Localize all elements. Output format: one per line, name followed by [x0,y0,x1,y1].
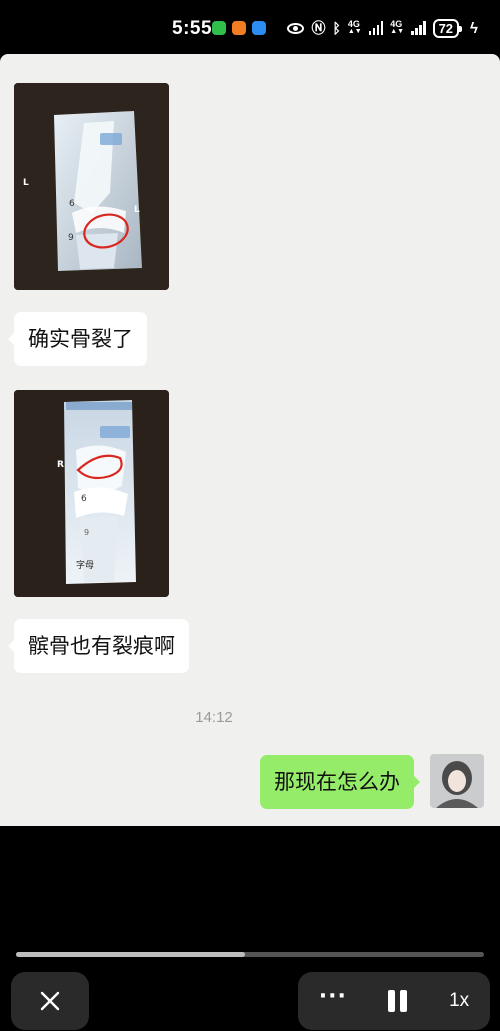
playback-speed-button[interactable]: 1x [449,990,469,1012]
network-indicator-2: 4G ▲▼ [390,19,405,36]
eye-comfort-icon [287,22,305,34]
xray-label: 字母 [76,561,95,571]
pause-button[interactable] [388,990,408,1012]
knee-xray-lateral-image[interactable]: L 6 9 L [14,83,169,290]
xray-label: 9 [84,528,90,537]
video-progress-fill [16,952,246,957]
battery-indicator: 72 [432,18,463,38]
message-bubble-incoming[interactable]: 确实骨裂了 [8,312,147,366]
chat-view[interactable]: L 6 9 L 确实骨裂了 R 6 9 字母 髌骨也有裂痕啊 14:12 那现在… [0,54,500,826]
xray-label: L [134,205,140,215]
knee-xray-frontal-image[interactable]: R 6 9 字母 [14,390,169,597]
player-controls: ··· 1x [298,972,490,1030]
video-progress-bar[interactable] [16,952,484,957]
bluetooth-icon: ᛒ [332,20,341,36]
more-options-button[interactable]: ··· [319,986,347,1010]
xray-label: 6 [81,494,87,504]
charging-icon: ϟ [470,19,478,37]
camera-app-icon [232,21,246,35]
signal-bars-icon-2 [411,21,426,35]
nfc-icon: Ⓝ [311,20,326,36]
message-bubble-outgoing[interactable]: 那现在怎么办 [260,755,420,809]
wechat-icon [212,21,226,35]
network-indicator-1: 4G ▲▼ [347,19,362,36]
status-icons: Ⓝ ᛒ 4G ▲▼ 4G ▲▼ 72 ϟ [287,17,478,39]
user-avatar-image [430,754,484,808]
status-bar: 5:55 Ⓝ ᛒ 4G ▲▼ 4G ▲▼ 72 ϟ [0,0,500,54]
signal-bars-icon-1 [368,21,384,35]
message-bubble-incoming[interactable]: 髌骨也有裂痕啊 [8,619,189,673]
xray-label: 9 [68,233,74,243]
pause-icon [388,990,396,1012]
xray-label: R [57,460,64,470]
xray-label: 6 [69,199,75,209]
xray-lateral-graphic [14,83,169,290]
avatar[interactable] [430,754,484,808]
close-icon [40,991,60,1011]
close-button[interactable] [11,972,89,1030]
status-time: 5:55 [172,18,213,39]
message-timestamp: 14:12 [195,709,233,726]
message-app-icon [252,21,266,35]
xray-label: L [23,178,29,188]
